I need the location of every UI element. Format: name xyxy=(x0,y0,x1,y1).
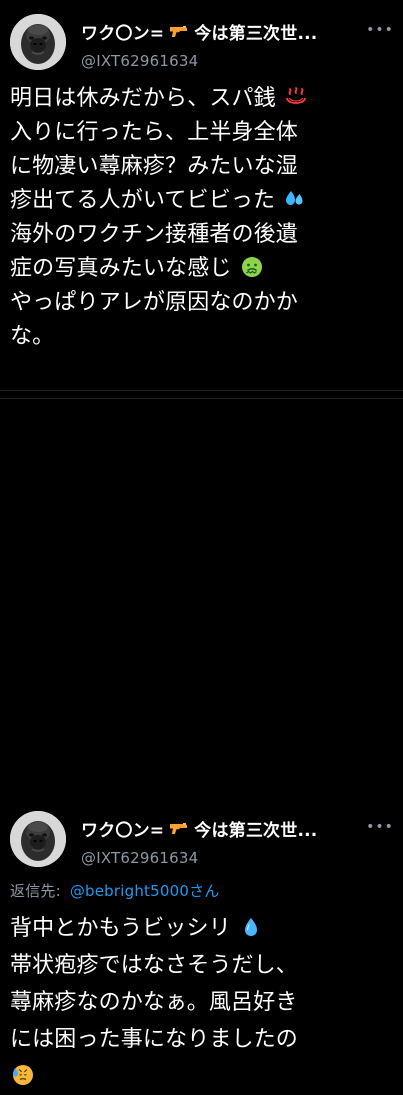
tweet-line xyxy=(10,1058,396,1095)
reply-tweet-card[interactable]: ワク〇ン= 今は第三次世... @IXT62961634 ••• 返信先: @b… xyxy=(0,398,403,1085)
reply-prefix: 返信先: xyxy=(10,882,61,900)
tweet-line: 海外のワクチン接種者の後遺 xyxy=(10,222,298,247)
user-handle[interactable]: @IXT62961634 xyxy=(81,52,198,70)
reply-mention-link[interactable]: @bebright5000さん xyxy=(70,882,220,900)
tweet-line: に物凄い蕁麻疹？みたいな湿 xyxy=(10,154,298,179)
more-icon[interactable]: ••• xyxy=(366,818,393,836)
more-icon[interactable]: ••• xyxy=(366,21,393,39)
tweet-thread-screen: ワク〇ン= 今は第三次世... @IXT62961634 ••• 明日は休みだか… xyxy=(0,0,403,1085)
tweet-text: 明日は休みだから、スパ銭 入りに行ったら、上半身全体 に物凄い蕁麻疹？みたいな湿… xyxy=(10,82,394,354)
tweet-text: 背中とかもうビッシリ 帯状疱疹ではなさそうだし、 蕁麻疹なのかなぁ。風呂好き に… xyxy=(10,910,396,1095)
gorilla-avatar-icon xyxy=(10,811,66,867)
tweet-line: には困った事になりましたの xyxy=(10,1027,298,1052)
gorilla-avatar-icon xyxy=(10,14,66,70)
display-name-start: ワク〇ン= xyxy=(81,23,165,42)
avatar[interactable] xyxy=(10,14,66,70)
droplet-icon xyxy=(245,918,257,936)
tweet-line: 入りに行ったら、上半身全体 xyxy=(10,120,298,145)
tweet-line: 背中とかもうビッシリ xyxy=(10,910,396,947)
tweet-line: やっぱりアレが原因なのかか xyxy=(10,290,298,315)
avatar[interactable] xyxy=(10,811,66,867)
reply-to-line: 返信先: @bebright5000さん xyxy=(10,880,220,901)
tweet-line: な。 xyxy=(10,324,55,349)
display-name-end: 今は第三次世... xyxy=(194,23,318,42)
tweet-card[interactable]: ワク〇ン= 今は第三次世... @IXT62961634 ••• 明日は休みだか… xyxy=(0,0,403,391)
hot-springs-icon xyxy=(286,87,306,104)
tweet-line: 蕁麻疹なのかなぁ。風呂好き xyxy=(10,990,298,1015)
display-name[interactable]: ワク〇ン= 今は第三次世... xyxy=(81,818,361,839)
disappointed-face-icon xyxy=(13,1065,33,1085)
nauseated-face-icon xyxy=(241,257,262,277)
tweet-line: 症の写真みたいな感じ xyxy=(10,252,394,286)
user-handle[interactable]: @IXT62961634 xyxy=(81,849,198,867)
pistol-icon xyxy=(170,823,188,834)
tweet-line: 疹出てる人がいてビビった xyxy=(10,184,394,218)
display-name-start: ワク〇ン= xyxy=(81,820,165,839)
sweat-droplets-icon xyxy=(286,191,303,205)
tweet-line: 帯状疱疹ではなさそうだし、 xyxy=(10,953,298,978)
tweet-line: 明日は休みだから、スパ銭 xyxy=(10,82,394,116)
display-name[interactable]: ワク〇ン= 今は第三次世... xyxy=(81,21,361,42)
display-name-end: 今は第三次世... xyxy=(194,820,318,839)
pistol-icon xyxy=(170,26,188,37)
